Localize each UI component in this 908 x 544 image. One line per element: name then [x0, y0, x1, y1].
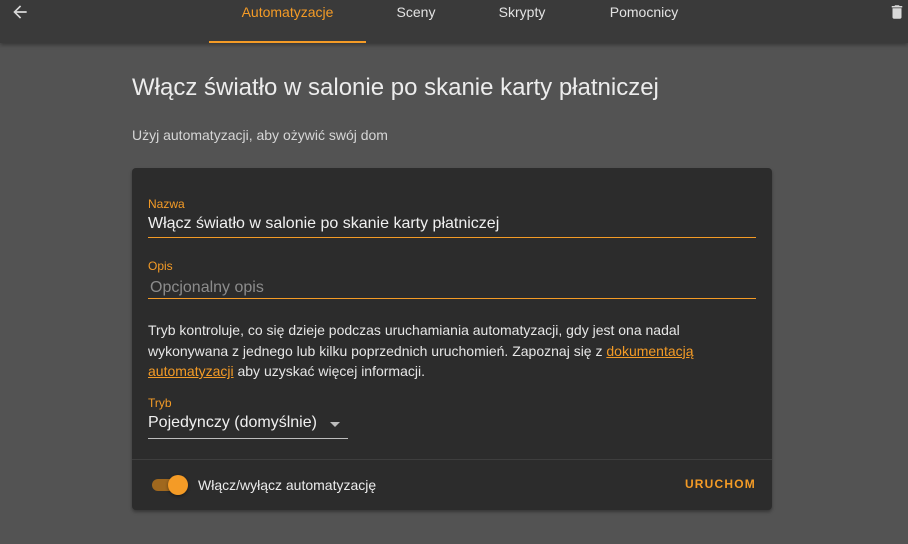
description-field[interactable]: Opcjonalny opis: [150, 279, 264, 297]
name-field[interactable]: Włącz światło w salonie po skanie karty …: [148, 215, 499, 233]
description-field-label: Opis: [148, 259, 173, 273]
help-text-end: aby uzyskać więcej informacji.: [233, 363, 425, 379]
mode-field-label: Tryb: [148, 396, 172, 410]
tab-label: Skrypty: [498, 4, 546, 20]
tab-label: Pomocnicy: [609, 4, 679, 20]
tab-sceny[interactable]: Sceny: [366, 0, 466, 43]
mode-select-underline: [148, 438, 348, 439]
run-button[interactable]: URUCHOM: [685, 477, 756, 491]
trash-icon: [891, 5, 903, 19]
page-subtitle: Użyj automatyzacji, aby ożywić swój dom: [132, 127, 388, 143]
mode-help-text: Tryb kontroluje, co się dzieje podczas u…: [148, 320, 748, 382]
back-button[interactable]: [6, 0, 34, 24]
delete-button[interactable]: [886, 0, 908, 24]
automation-toggle-label: Włącz/wyłącz automatyzację: [198, 477, 377, 493]
automation-settings-card: Nazwa Włącz światło w salonie po skanie …: [132, 168, 772, 510]
tab-automatyzacje[interactable]: Automatyzacje: [209, 0, 366, 43]
page-title: Włącz światło w salonie po skanie karty …: [132, 74, 659, 101]
arrow-left-icon: [13, 5, 27, 19]
automation-toggle[interactable]: [152, 475, 188, 495]
tab-label: Automatyzacje: [241, 4, 334, 20]
toggle-thumb: [168, 475, 188, 495]
help-text-start: Tryb kontroluje, co się dzieje podczas u…: [148, 322, 680, 359]
tab-label: Sceny: [396, 4, 436, 20]
mode-select[interactable]: Pojedynczy (domyślnie): [148, 413, 348, 439]
top-app-bar: Automatyzacje Sceny Skrypty Pomocnicy: [0, 0, 908, 43]
description-field-underline: [148, 298, 756, 299]
mode-select-value: Pojedynczy (domyślnie): [148, 414, 317, 431]
card-actions-divider: [132, 459, 772, 460]
name-field-underline: [148, 237, 756, 238]
name-field-label: Nazwa: [148, 197, 185, 211]
tab-skrypty[interactable]: Skrypty: [472, 0, 572, 43]
tab-pomocnicy[interactable]: Pomocnicy: [596, 0, 692, 43]
chevron-down-icon: [330, 422, 340, 427]
